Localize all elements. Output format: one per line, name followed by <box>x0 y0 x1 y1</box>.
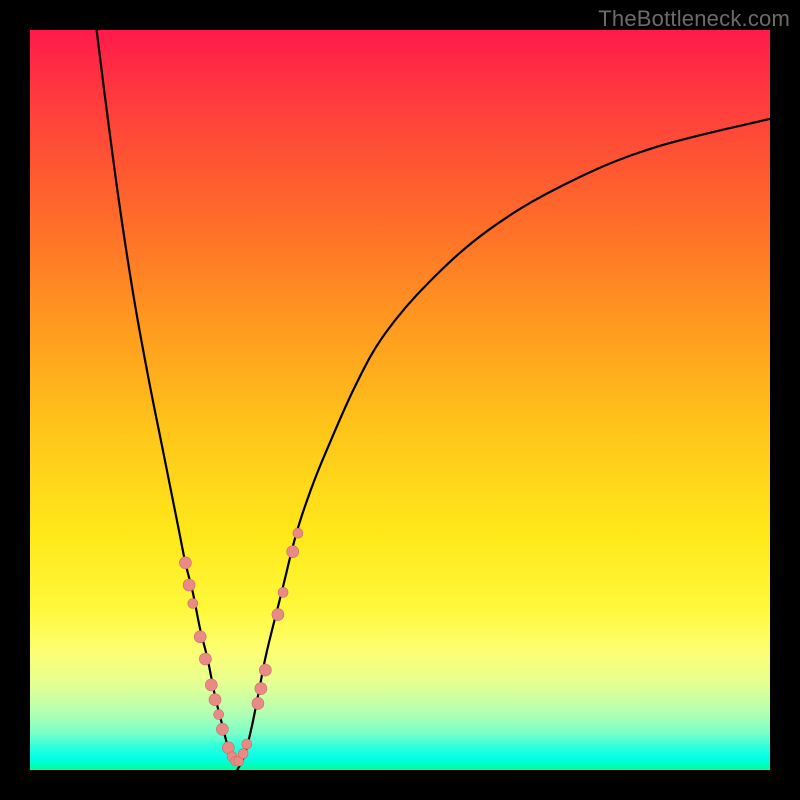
curve-left-branch <box>97 30 230 755</box>
data-marker <box>216 723 228 735</box>
data-markers <box>179 528 302 766</box>
data-marker <box>272 609 284 621</box>
data-marker <box>194 631 206 643</box>
data-marker <box>278 587 288 597</box>
data-marker <box>214 710 224 720</box>
data-marker <box>242 739 252 749</box>
curve-right-branch <box>237 119 770 770</box>
chart-svg <box>30 30 770 770</box>
data-marker <box>255 683 267 695</box>
plot-area <box>30 30 770 770</box>
data-marker <box>183 579 195 591</box>
watermark-text: TheBottleneck.com <box>598 6 790 32</box>
chart-frame: TheBottleneck.com <box>0 0 800 800</box>
data-marker <box>209 694 221 706</box>
data-marker <box>188 599 198 609</box>
bottleneck-curve <box>97 30 770 770</box>
data-marker <box>199 653 211 665</box>
data-marker <box>179 557 191 569</box>
data-marker <box>205 679 217 691</box>
data-marker <box>293 528 303 538</box>
data-marker <box>238 749 248 759</box>
data-marker <box>252 697 264 709</box>
data-marker <box>259 664 271 676</box>
data-marker <box>287 546 299 558</box>
